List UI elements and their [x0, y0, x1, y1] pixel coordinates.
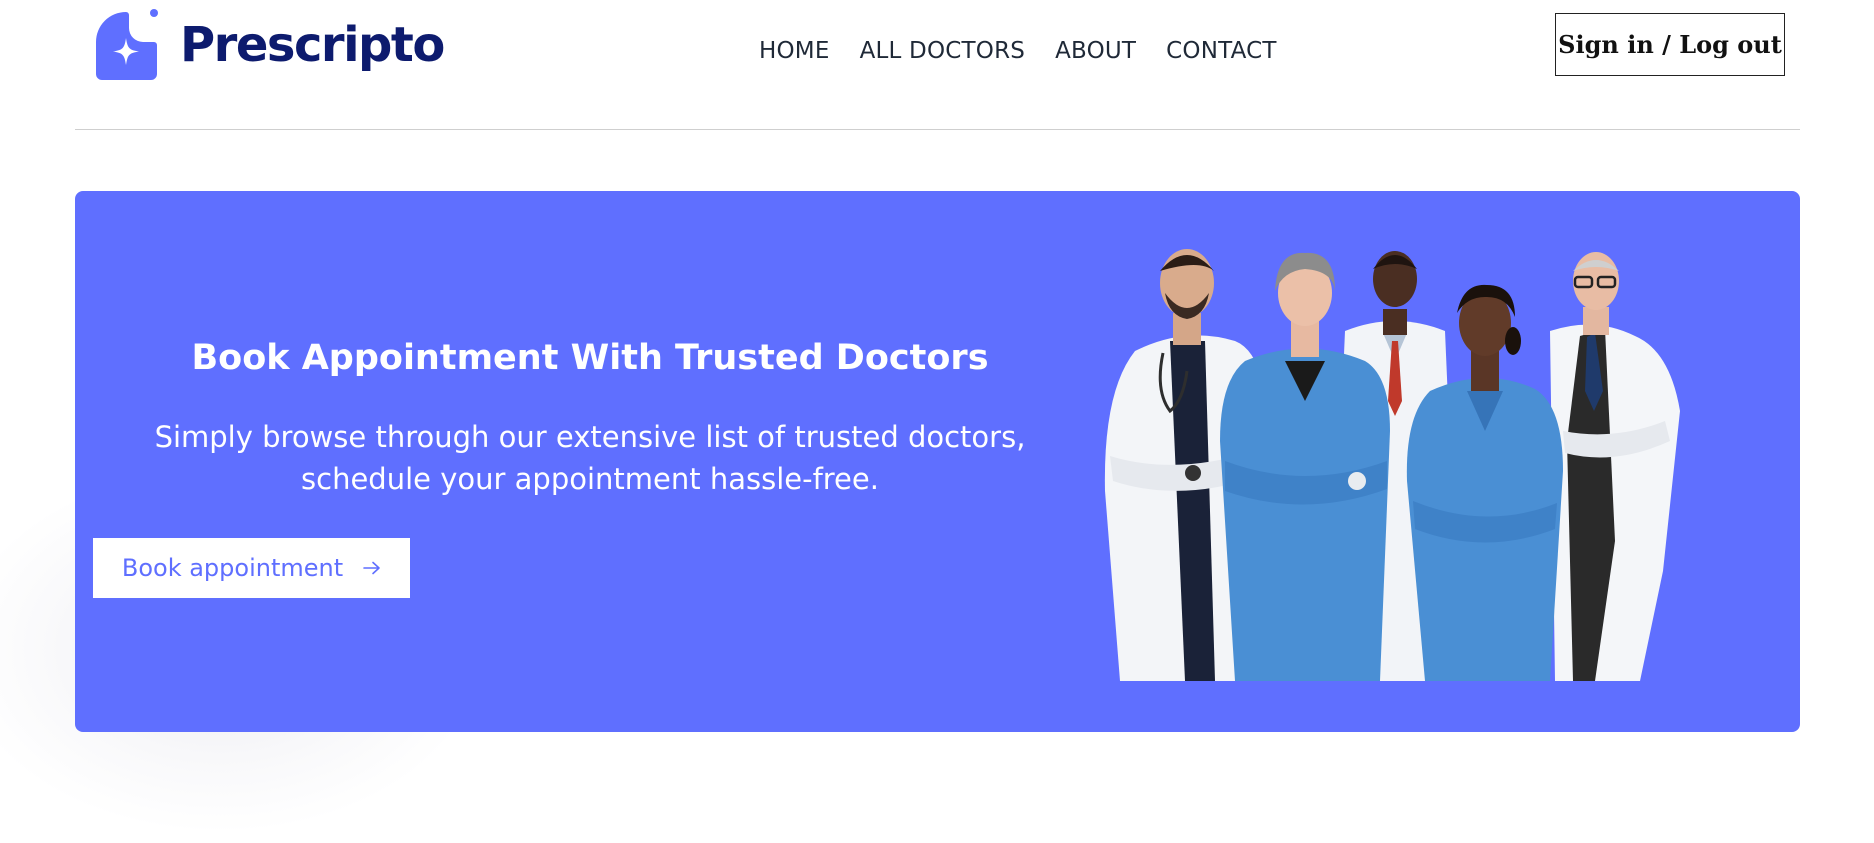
doctors-group-image	[1104, 249, 1680, 681]
doctor-right	[1550, 252, 1680, 681]
nav-link-contact[interactable]: CONTACT	[1166, 36, 1276, 66]
nav-link-all-doctors[interactable]: ALL DOCTORS	[860, 36, 1025, 66]
doctor-scrubs-left	[1220, 252, 1390, 681]
hero-subtitle: Simply browse through our extensive list…	[154, 420, 1026, 496]
nav-item-about: ABOUT	[1055, 36, 1136, 66]
book-appointment-button[interactable]: Book appointment	[93, 538, 410, 598]
nav-item-all-doctors: ALL DOCTORS	[860, 36, 1025, 66]
nav-item-contact: CONTACT	[1166, 36, 1276, 66]
header-divider	[75, 129, 1800, 130]
main-nav: HOME ALL DOCTORS ABOUT CONTACT	[759, 36, 1277, 66]
nav-link-home[interactable]: HOME	[759, 36, 830, 66]
logo-mark-icon	[96, 9, 158, 80]
nav-link-about[interactable]: ABOUT	[1055, 36, 1136, 66]
logo-text: Prescripto	[180, 17, 445, 73]
book-appointment-label: Book appointment	[121, 554, 344, 582]
nav-item-home: HOME	[759, 36, 830, 66]
arrow-right-icon	[363, 561, 380, 575]
site-header: Prescripto HOME ALL DOCTORS ABOUT CONTAC…	[0, 0, 1874, 130]
logo[interactable]: Prescripto	[88, 8, 445, 82]
signin-button[interactable]: Sign in / Log out	[1555, 13, 1785, 76]
hero-title: Book Appointment With Trusted Doctors	[191, 338, 989, 378]
hero-banner: Book Appointment With Trusted Doctors Si…	[75, 191, 1800, 732]
